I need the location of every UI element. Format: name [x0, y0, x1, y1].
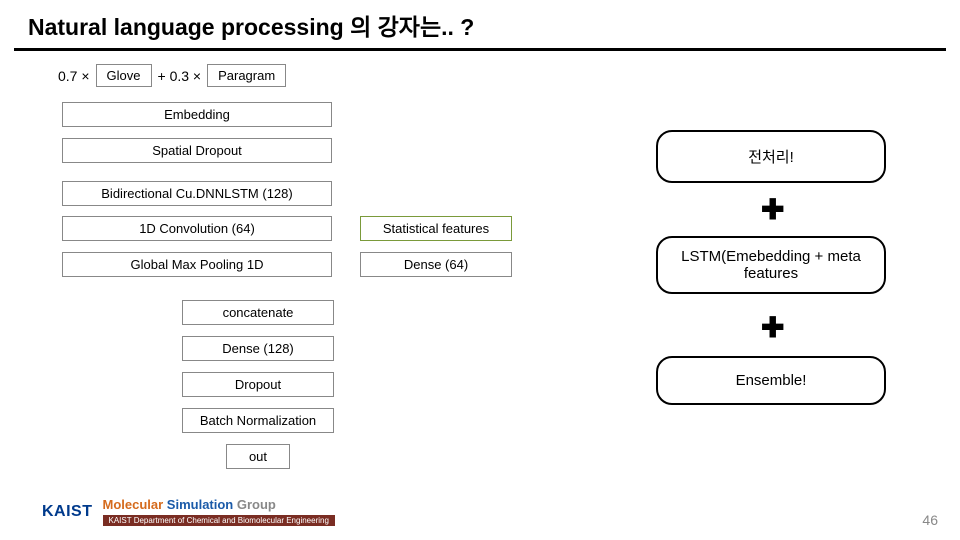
lstm-callout: LSTM(Emebedding + meta features: [656, 236, 886, 294]
msg-s: Simulation: [167, 497, 237, 512]
glove-tag: Glove: [96, 64, 152, 87]
preprocess-callout: 전처리!: [656, 130, 886, 183]
batchnorm-block: Batch Normalization: [182, 408, 334, 433]
paragram-tag: Paragram: [207, 64, 286, 87]
dept-bar: KAIST Department of Chemical and Biomole…: [103, 515, 335, 526]
spatial-dropout-block: Spatial Dropout: [62, 138, 332, 163]
footer-logos: KAIST Molecular Simulation Group KAIST D…: [42, 497, 335, 526]
plus-icon: ✚: [761, 196, 784, 224]
kaist-logo: KAIST: [42, 503, 93, 521]
bilstm-block: Bidirectional Cu.DNNLSTM (128): [62, 181, 332, 206]
ensemble-callout: Ensemble!: [656, 356, 886, 405]
global-max-pool-block: Global Max Pooling 1D: [62, 252, 332, 277]
out-block: out: [226, 444, 290, 469]
conv1d-block: 1D Convolution (64): [62, 216, 332, 241]
coef1-text: 0.7 ×: [58, 68, 90, 84]
embedding-block: Embedding: [62, 102, 332, 127]
embedding-formula: 0.7 × Glove + 0.3 × Paragram: [58, 64, 286, 87]
msg-m: Molecular: [103, 497, 167, 512]
msg-logo: Molecular Simulation Group KAIST Departm…: [103, 497, 335, 526]
dropout-block: Dropout: [182, 372, 334, 397]
msg-g: Group: [237, 497, 276, 512]
dense64-block: Dense (64): [360, 252, 512, 277]
stat-features-block: Statistical features: [360, 216, 512, 241]
plus-icon: ✚: [761, 314, 784, 342]
plus-text: + 0.3 ×: [158, 68, 202, 84]
title-bar: Natural language processing 의 강자는.. ?: [14, 0, 946, 51]
concat-block: concatenate: [182, 300, 334, 325]
page-title: Natural language processing 의 강자는.. ?: [28, 8, 932, 42]
page-number: 46: [922, 512, 938, 528]
dense128-block: Dense (128): [182, 336, 334, 361]
